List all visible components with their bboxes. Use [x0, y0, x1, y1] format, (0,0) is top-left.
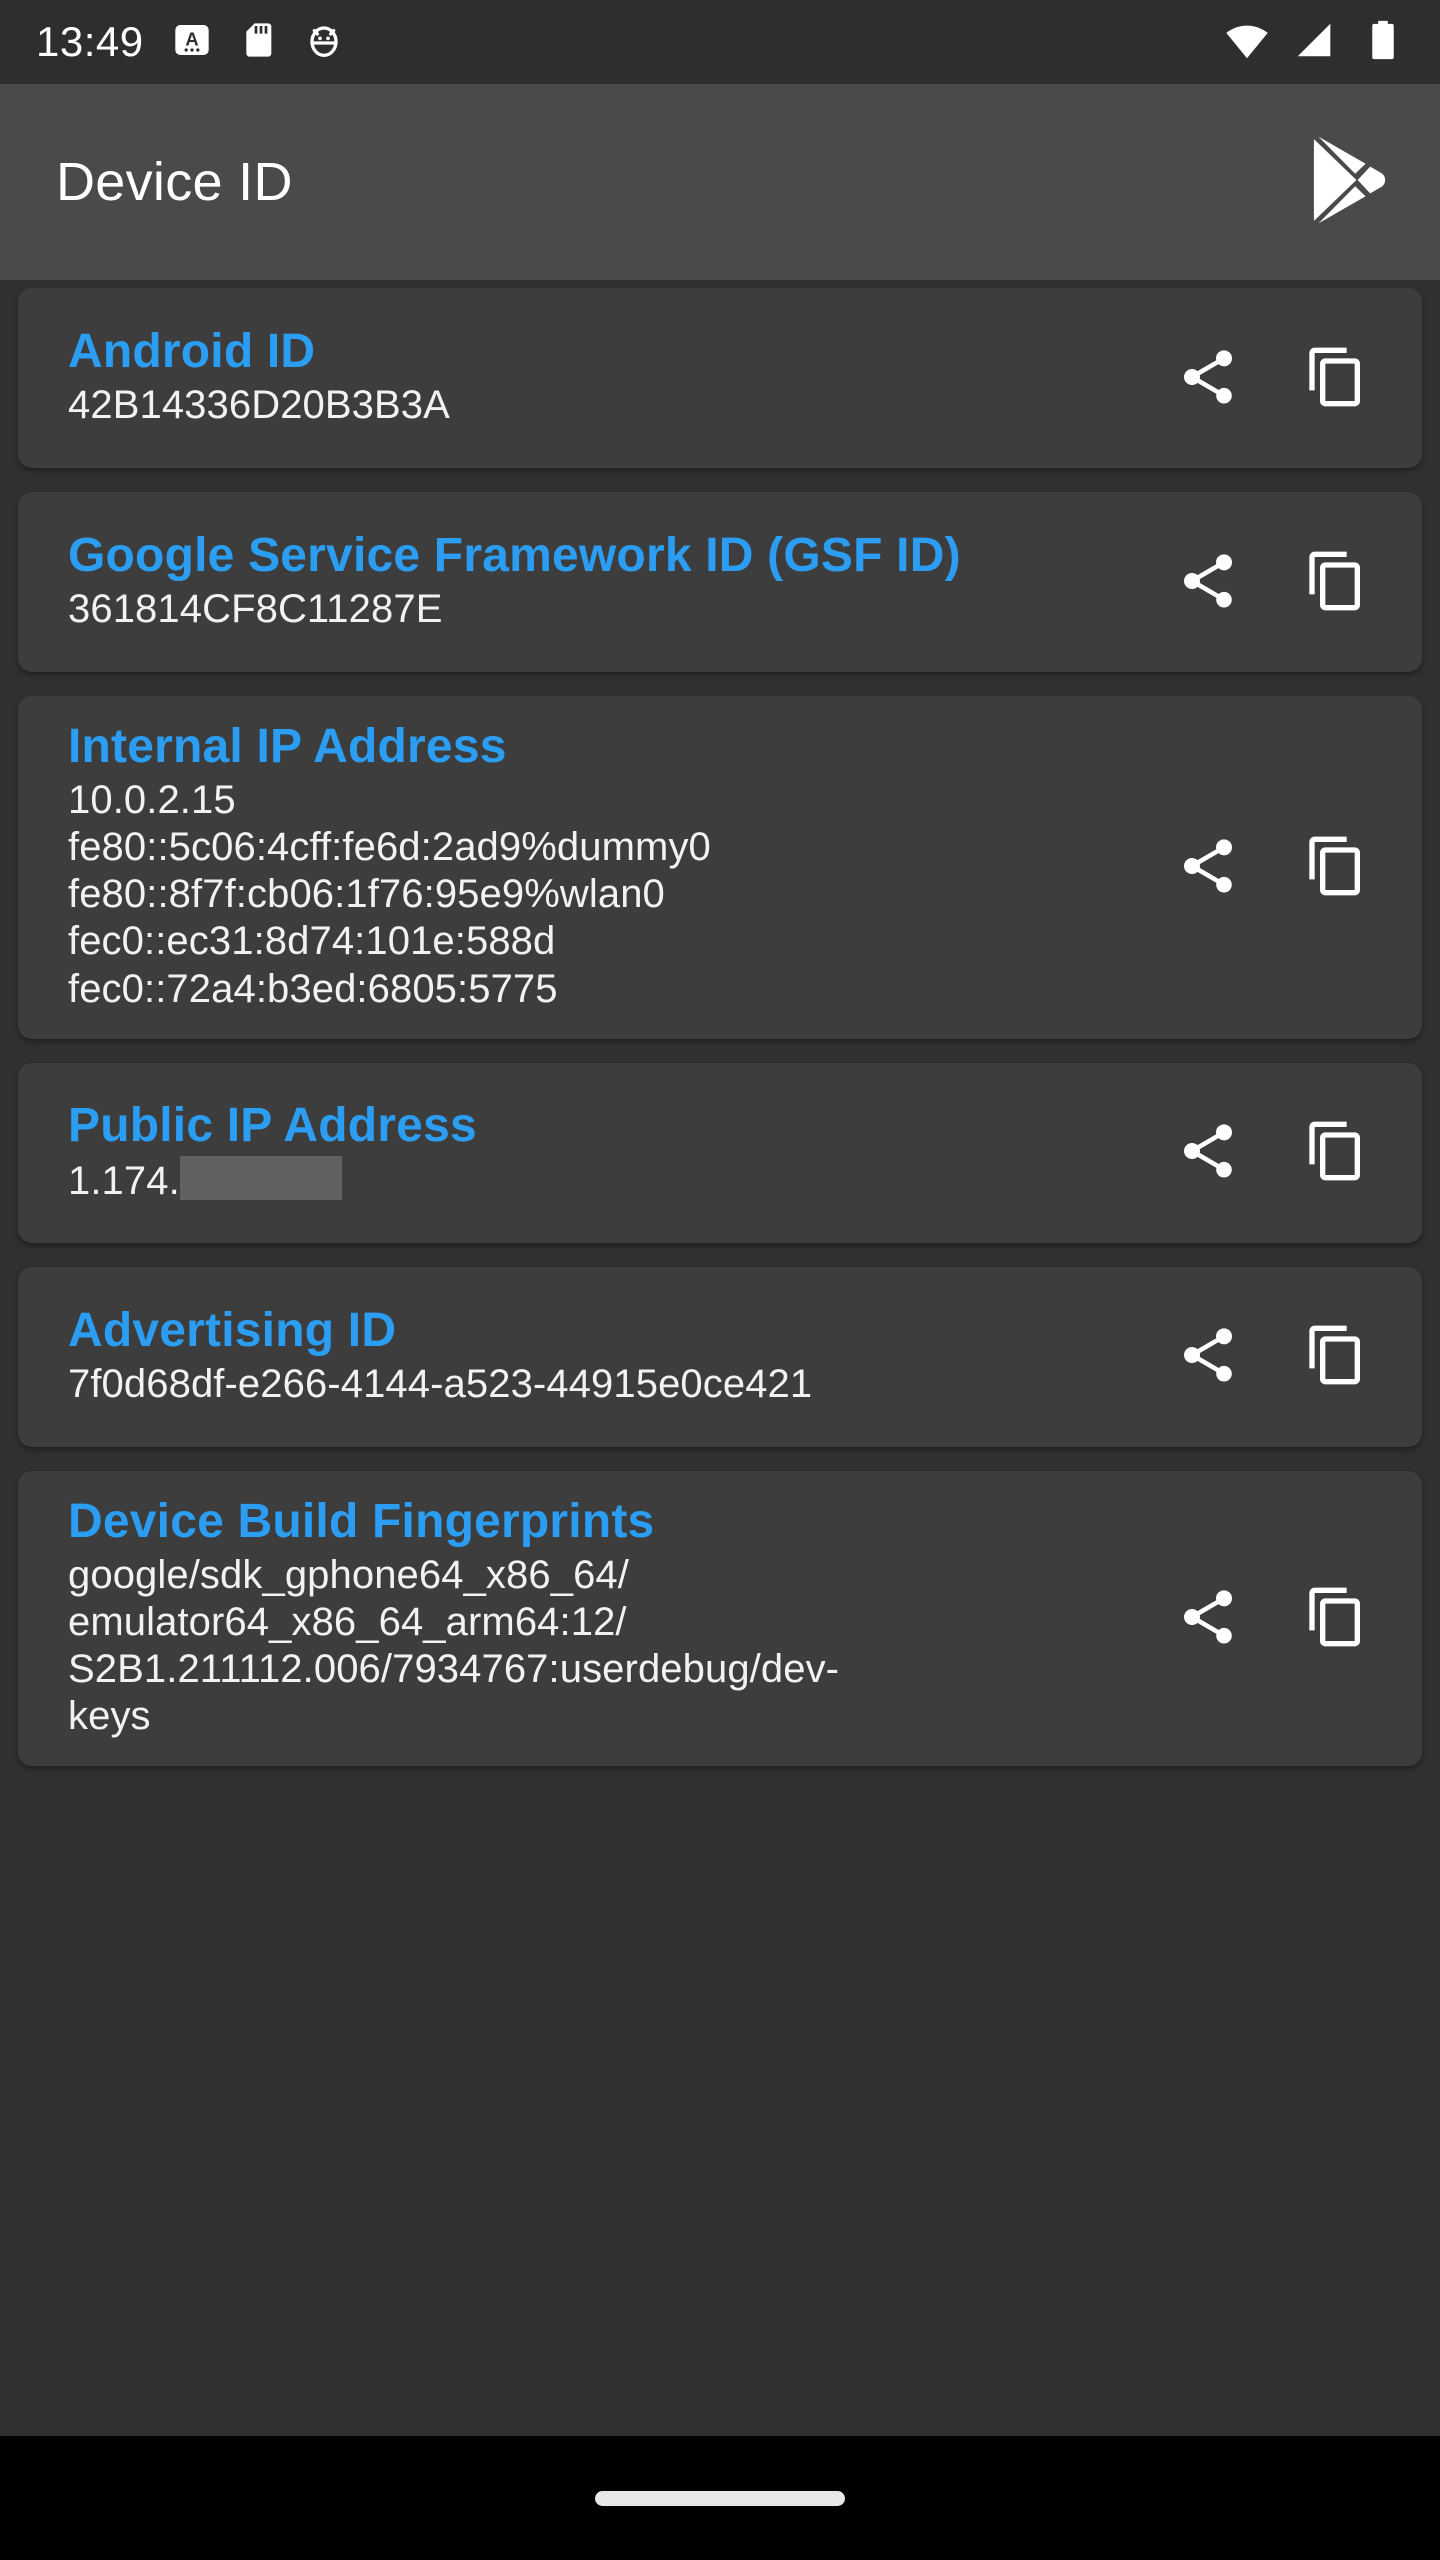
share-icon	[1176, 1119, 1240, 1186]
content-copy-icon	[1304, 1585, 1368, 1652]
content-copy-icon	[1304, 345, 1368, 412]
card-device-build-fingerprints[interactable]: Device Build Fingerprints google/sdk_gph…	[18, 1470, 1422, 1767]
share-button[interactable]	[1144, 314, 1272, 442]
card-value: 1.174.	[68, 1155, 1132, 1205]
page-title: Device ID	[56, 152, 293, 212]
redaction-block	[179, 1155, 342, 1200]
card-internal-ip-address[interactable]: Internal IP Address 10.0.2.15 fe80::5c06…	[18, 696, 1422, 1039]
copy-button[interactable]	[1272, 314, 1400, 442]
share-icon	[1176, 1323, 1240, 1390]
content-copy-icon	[1304, 1323, 1368, 1390]
card-body: Android ID 42B14336D20B3B3A	[18, 324, 1144, 429]
copy-button[interactable]	[1272, 803, 1400, 931]
app-screen: 13:49 A Device ID Android ID 42B14336D20…	[0, 0, 1440, 2560]
share-button[interactable]	[1144, 1293, 1272, 1421]
share-icon	[1176, 549, 1240, 616]
card-value: google/sdk_gphone64_x86_64/ emulator64_x…	[68, 1552, 840, 1739]
android-head-icon	[304, 20, 344, 65]
card-title: Internal IP Address	[68, 720, 507, 773]
share-button[interactable]	[1144, 518, 1272, 646]
content-copy-icon	[1304, 834, 1368, 901]
card-actions	[1144, 803, 1422, 931]
share-icon	[1176, 834, 1240, 901]
copy-button[interactable]	[1272, 1555, 1400, 1683]
copy-button[interactable]	[1272, 1293, 1400, 1421]
card-actions	[1144, 314, 1422, 442]
home-gesture-pill[interactable]	[595, 2490, 845, 2506]
card-body: Device Build Fingerprints google/sdk_gph…	[18, 1494, 1144, 1741]
card-gsf-id[interactable]: Google Service Framework ID (GSF ID) 361…	[18, 492, 1422, 672]
card-title: Google Service Framework ID (GSF ID)	[68, 528, 961, 582]
card-title: Device Build Fingerprints	[68, 1494, 655, 1548]
share-icon	[1176, 345, 1240, 412]
card-title: Android ID	[68, 324, 316, 378]
status-notification-icons: A	[172, 20, 344, 65]
card-body: Advertising ID 7f0d68df-e266-4144-a523-4…	[18, 1303, 1144, 1408]
card-android-id[interactable]: Android ID 42B14336D20B3B3A	[18, 288, 1422, 468]
card-actions	[1144, 1089, 1422, 1217]
svg-text:A: A	[185, 28, 198, 49]
card-value: 42B14336D20B3B3A	[68, 382, 450, 427]
content-copy-icon	[1304, 549, 1368, 616]
wifi-icon	[1224, 17, 1270, 68]
card-body: Public IP Address 1.174.	[18, 1098, 1144, 1205]
google-play-icon	[1296, 130, 1396, 235]
card-actions	[1144, 1555, 1422, 1683]
battery-full-icon	[1360, 17, 1406, 68]
card-title: Public IP Address	[68, 1098, 477, 1152]
copy-button[interactable]	[1272, 518, 1400, 646]
content-copy-icon	[1304, 1119, 1368, 1186]
cellular-signal-icon	[1292, 17, 1338, 68]
navigation-bar	[0, 2436, 1440, 2560]
id-card-list: Android ID 42B14336D20B3B3A Google Servi…	[0, 280, 1440, 2436]
share-button[interactable]	[1144, 803, 1272, 931]
card-title: Advertising ID	[68, 1303, 397, 1357]
status-system-icons	[1224, 17, 1406, 68]
card-advertising-id[interactable]: Advertising ID 7f0d68df-e266-4144-a523-4…	[18, 1266, 1422, 1447]
sd-card-icon	[238, 20, 278, 65]
card-actions	[1144, 1293, 1422, 1421]
card-value: 10.0.2.15 fe80::5c06:4cff:fe6d:2ad9%dumm…	[68, 777, 711, 1011]
card-public-ip-address[interactable]: Public IP Address 1.174.	[18, 1062, 1422, 1243]
copy-button[interactable]	[1272, 1089, 1400, 1217]
share-button[interactable]	[1144, 1555, 1272, 1683]
card-value: 361814CF8C11287E	[68, 586, 443, 631]
status-clock: 13:49	[36, 18, 144, 65]
status-bar: 13:49 A	[0, 0, 1440, 84]
card-value-text: 1.174.	[68, 1158, 180, 1203]
card-body: Google Service Framework ID (GSF ID) 361…	[18, 528, 1144, 633]
share-icon	[1176, 1585, 1240, 1652]
card-value: 7f0d68df-e266-4144-a523-44915e0ce421	[68, 1361, 813, 1406]
share-button[interactable]	[1144, 1089, 1272, 1217]
google-play-button[interactable]	[1290, 126, 1402, 238]
card-actions	[1144, 518, 1422, 646]
app-bar: Device ID	[0, 84, 1440, 280]
text-a-badge-icon: A	[172, 20, 212, 65]
card-body: Internal IP Address 10.0.2.15 fe80::5c06…	[18, 720, 1144, 1013]
